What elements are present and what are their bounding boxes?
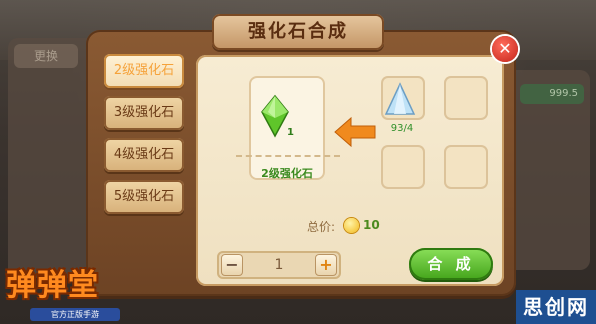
dialog-title: 强化石合成 (248, 21, 348, 42)
tab-level-4[interactable]: 4级强化石 (104, 138, 184, 172)
blue-gem-icon (384, 82, 416, 115)
result-item-name: 2级强化石 (261, 167, 313, 180)
gold-coin-icon (344, 218, 359, 233)
arrow-left-icon (334, 116, 376, 148)
quantity-stepper: − 1 + (217, 251, 341, 279)
tab-level-3[interactable]: 3级强化石 (104, 96, 184, 130)
decrease-button[interactable]: − (221, 254, 243, 276)
site-watermark: 思创网 (516, 290, 596, 324)
close-button[interactable]: ✕ (492, 36, 518, 62)
game-logo: 弹弹堂 官方正版手游 (0, 256, 130, 324)
tab-level-2[interactable]: 2级强化石 (104, 54, 184, 88)
background-right-tag: 999.5 (520, 84, 584, 104)
material-slot-2[interactable] (444, 76, 488, 120)
result-count: 1 (287, 127, 294, 138)
logo-text: 弹弹堂 (6, 268, 99, 303)
dialog-title-plate: 强化石合成 (212, 14, 384, 50)
price-value: 10 (363, 218, 380, 232)
material-count: 93/4 (390, 123, 414, 134)
compose-button[interactable]: 合 成 (409, 248, 493, 280)
quantity-value[interactable]: 1 (247, 251, 311, 279)
price-label: 总价: (307, 220, 336, 234)
material-slot-4[interactable] (444, 145, 488, 189)
tab-level-5[interactable]: 5级强化石 (104, 180, 184, 214)
green-gem-icon (261, 94, 289, 138)
result-divider (236, 155, 340, 157)
increase-button[interactable]: + (315, 254, 337, 276)
logo-subtitle: 官方正版手游 (30, 308, 120, 321)
background-left-tag: 更换 (14, 44, 78, 68)
material-slot-3[interactable] (381, 145, 425, 189)
